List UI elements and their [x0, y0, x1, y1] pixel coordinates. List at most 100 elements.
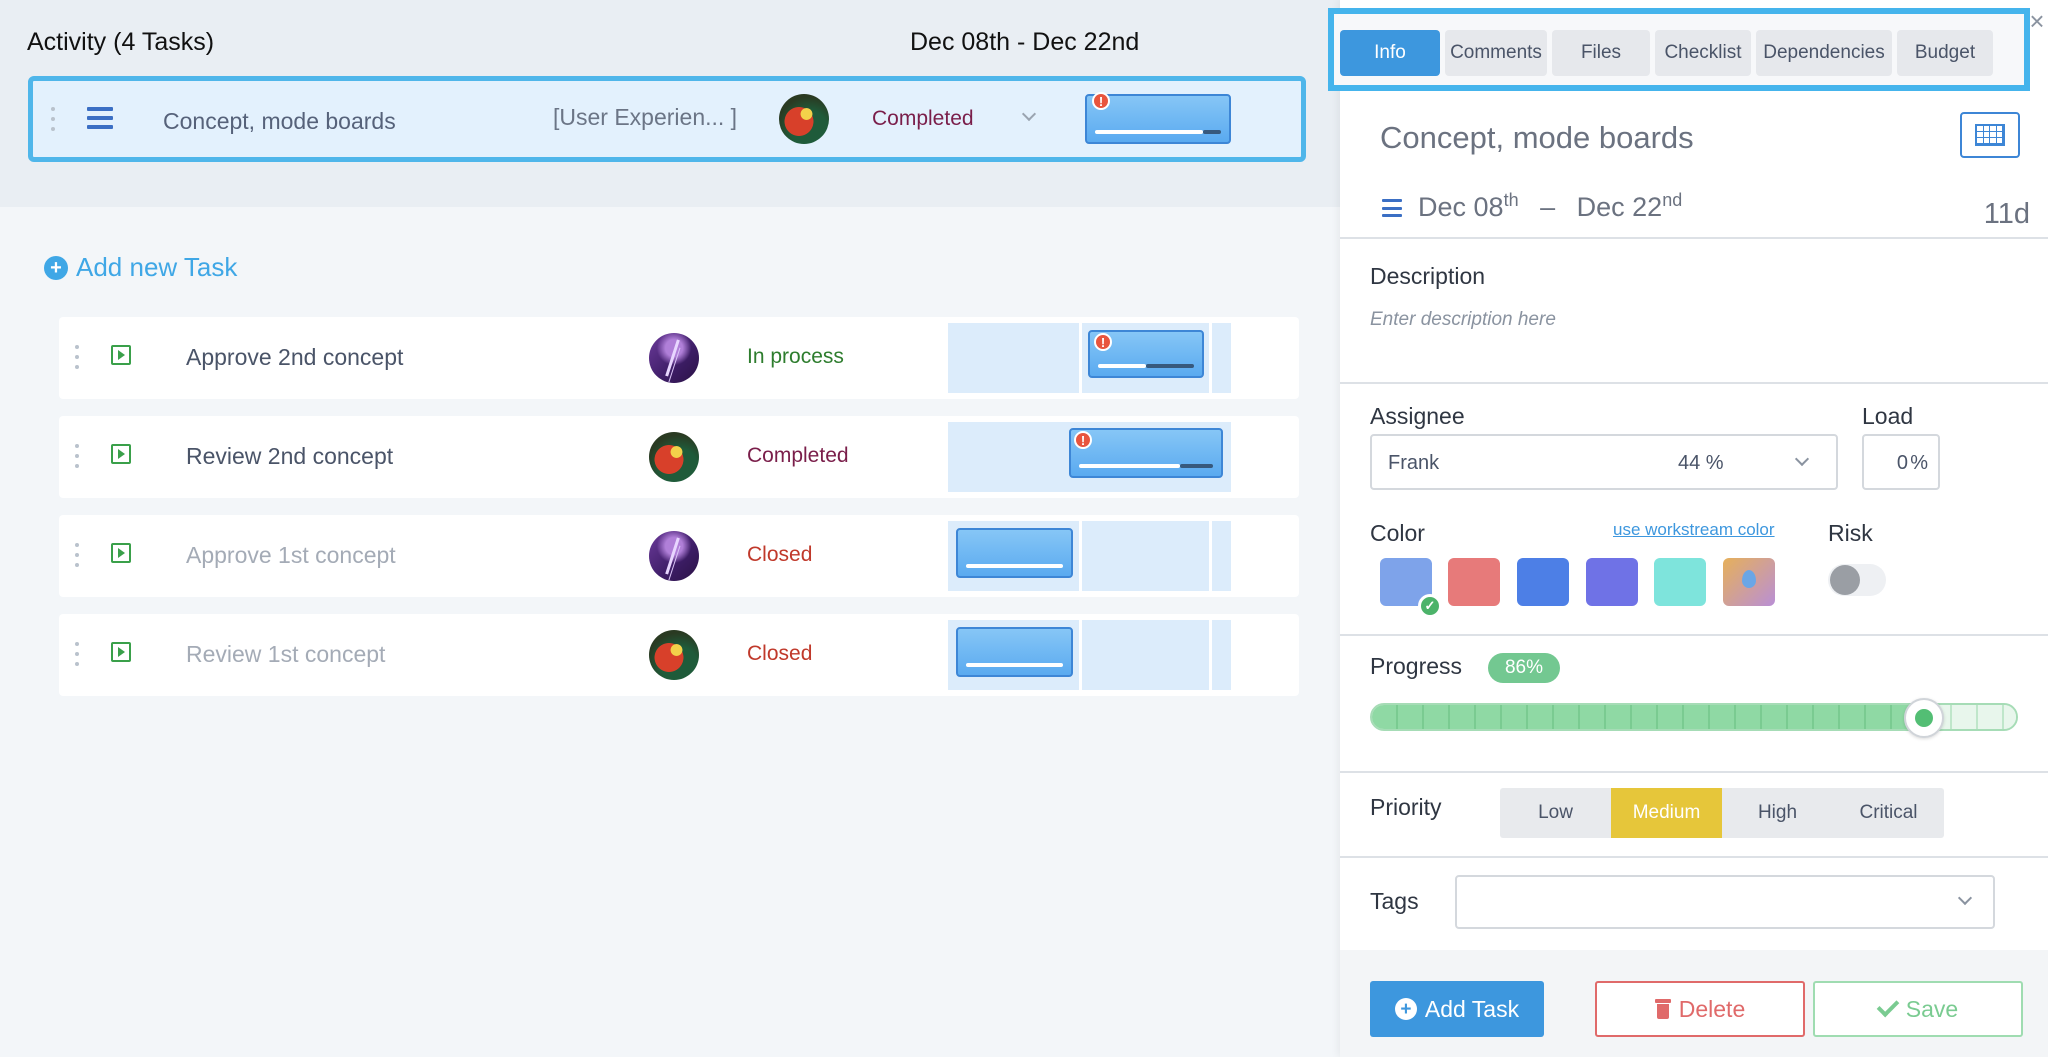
task-play-icon[interactable] [111, 642, 131, 662]
use-workstream-color-link[interactable]: use workstream color [1613, 520, 1775, 540]
add-new-task-link[interactable]: + Add new Task [44, 252, 237, 283]
parent-task-status[interactable]: Completed [872, 107, 974, 131]
task-progress-line [1079, 464, 1180, 468]
divider [1340, 856, 2048, 858]
progress-remainder-line [1146, 364, 1194, 368]
gantt-divider [1079, 521, 1082, 591]
color-swatch-2[interactable] [1448, 558, 1500, 606]
task-play-icon[interactable] [111, 345, 131, 365]
parent-task-row[interactable]: Concept, mode boards [User Experien... ]… [28, 76, 1306, 162]
gantt-divider [1079, 323, 1082, 393]
save-button[interactable]: Save [1813, 981, 2023, 1037]
start-date: Dec 08 [1418, 192, 1504, 222]
task-status[interactable]: Closed [747, 543, 812, 567]
color-swatch-1[interactable]: ✓ [1380, 558, 1442, 618]
task-row[interactable]: Approve 1st concept Closed [59, 515, 1299, 597]
parent-progress-line [1095, 130, 1203, 134]
tab-files[interactable]: Files [1552, 30, 1650, 76]
activity-panel: Activity (4 Tasks) Dec 08th - Dec 22nd C… [0, 0, 1340, 1057]
task-status[interactable]: Closed [747, 642, 812, 666]
tab-checklist[interactable]: Checklist [1655, 30, 1751, 76]
gantt-divider [1209, 323, 1212, 393]
drag-handle-icon[interactable] [74, 543, 80, 567]
gantt-divider [1079, 620, 1082, 690]
alert-icon: ! [1074, 431, 1092, 449]
progress-slider-fill [1372, 705, 1926, 729]
parent-task-workstream[interactable]: [User Experien... ] [553, 104, 737, 131]
task-play-icon[interactable] [111, 543, 131, 563]
tab-bar: Info Comments Files Checklist Dependenci… [1328, 8, 2030, 91]
risk-label: Risk [1828, 520, 1873, 546]
drag-handle-icon[interactable] [50, 107, 56, 131]
load-input[interactable]: 0 % [1862, 434, 1940, 490]
activity-title: Activity (4 Tasks) [27, 28, 215, 56]
description-label: Description [1370, 263, 1486, 289]
parrot-avatar [649, 432, 699, 482]
load-label: Load [1862, 403, 1914, 429]
alert-icon: ! [1094, 333, 1112, 351]
task-row[interactable]: Review 1st concept Closed [59, 614, 1299, 696]
close-icon[interactable]: × [2026, 6, 2048, 37]
task-title[interactable]: Concept, mode boards [1380, 120, 1694, 156]
end-date-suffix: nd [1662, 190, 1683, 210]
task-gantt-bar[interactable] [1069, 428, 1223, 478]
parent-task-name[interactable]: Concept, mode boards [163, 108, 396, 135]
table-view-button[interactable] [1960, 112, 2020, 158]
priority-critical[interactable]: Critical [1833, 788, 1944, 838]
color-swatch-4[interactable] [1586, 558, 1638, 606]
end-date: Dec 22 [1576, 192, 1663, 222]
risk-toggle[interactable] [1828, 564, 1886, 596]
status-chevron-down-icon[interactable] [1021, 106, 1037, 122]
add-new-task-label: Add new Task [76, 252, 238, 282]
gantt-divider [1209, 620, 1212, 690]
task-name[interactable]: Approve 2nd concept [186, 344, 403, 371]
tags-select[interactable] [1455, 875, 1995, 929]
task-dates[interactable]: Dec 08th – Dec 22nd [1418, 190, 1682, 223]
storm-avatar [649, 531, 699, 581]
drag-handle-icon[interactable] [74, 345, 80, 369]
task-name[interactable]: Review 2nd concept [186, 443, 393, 470]
table-grid-icon [1975, 124, 2005, 146]
toggle-knob [1830, 565, 1860, 595]
assignee-label: Assignee [1370, 403, 1465, 429]
tab-budget[interactable]: Budget [1897, 30, 1993, 76]
task-gantt-bar[interactable] [956, 627, 1073, 677]
assignee-name: Frank [1388, 452, 1440, 474]
tab-dependencies[interactable]: Dependencies [1756, 30, 1892, 76]
panel-footer: + Add Task Delete Save [1340, 950, 2048, 1057]
progress-slider-handle[interactable] [1904, 698, 1944, 738]
task-gantt-bar[interactable] [956, 528, 1073, 578]
task-name[interactable]: Approve 1st concept [186, 542, 396, 569]
priority-low[interactable]: Low [1500, 788, 1611, 838]
check-icon: ✓ [1418, 594, 1442, 618]
color-swatch-5[interactable] [1654, 558, 1706, 606]
plus-circle-icon: + [44, 255, 68, 280]
drag-handle-icon[interactable] [74, 444, 80, 468]
divider [1340, 634, 2048, 636]
drag-handle-icon[interactable] [74, 642, 80, 666]
tab-info[interactable]: Info [1340, 30, 1440, 76]
task-detail-panel: Info Comments Files Checklist Dependenci… [1328, 0, 2048, 1057]
priority-high[interactable]: High [1722, 788, 1833, 838]
progress-remainder-line [1180, 464, 1213, 468]
divider [1340, 237, 2048, 239]
color-label: Color [1370, 520, 1425, 546]
add-task-button[interactable]: + Add Task [1370, 981, 1544, 1037]
color-swatch-3[interactable] [1517, 558, 1569, 606]
priority-medium[interactable]: Medium [1611, 788, 1722, 838]
delete-button[interactable]: Delete [1595, 981, 1805, 1037]
tab-comments[interactable]: Comments [1445, 30, 1547, 76]
task-play-icon[interactable] [111, 444, 131, 464]
description-input[interactable]: Enter description here [1370, 309, 1556, 331]
task-row[interactable]: Review 2nd concept Completed ! [59, 416, 1299, 498]
tags-label: Tags [1370, 888, 1419, 914]
assignee-select[interactable]: Frank 44 % [1370, 434, 1838, 490]
task-name[interactable]: Review 1st concept [186, 641, 385, 668]
task-status[interactable]: In process [747, 345, 844, 369]
load-unit: % [1910, 452, 1928, 474]
task-status[interactable]: Completed [747, 444, 849, 468]
task-row[interactable]: Approve 2nd concept In process ! [59, 317, 1299, 399]
color-swatch-custom[interactable] [1723, 558, 1775, 606]
progress-badge: 86% [1488, 653, 1560, 683]
storm-avatar [649, 333, 699, 383]
